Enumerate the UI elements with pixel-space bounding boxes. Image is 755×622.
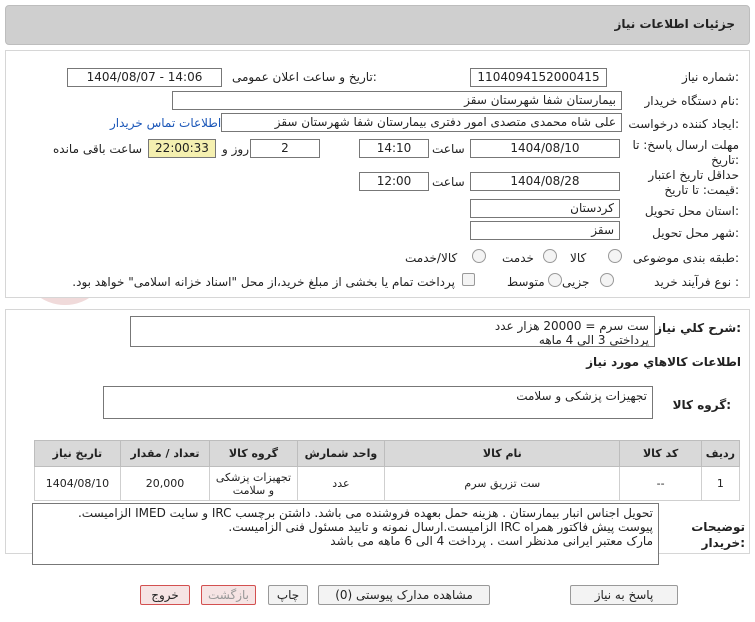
- days-field: 2: [250, 139, 320, 158]
- cell-unit: عدد: [296, 466, 386, 501]
- goods-section-title: اطلاعات کالاهاي مورد نياز: [586, 355, 741, 369]
- cell-row: 1: [700, 466, 741, 501]
- buyer-notes-label-2: خریدار:: [701, 536, 745, 550]
- buyer-notes-label-1: توضیحات: [691, 520, 745, 534]
- print-button[interactable]: چاپ: [268, 585, 308, 605]
- category-goods-label: کالا: [570, 251, 587, 265]
- days-label: روز و: [222, 142, 249, 156]
- col-row: رديف: [700, 440, 741, 467]
- creator-field: علی شاه محمدی متصدی امور دفتری بیمارستان…: [221, 113, 622, 132]
- category-both-label: کالا/خدمت: [405, 251, 458, 265]
- city-field: سقز: [470, 221, 620, 240]
- goods-group-label: گروه کالا:: [672, 398, 731, 412]
- reply-button[interactable]: پاسخ به نیاز: [570, 585, 678, 605]
- deadline-label-2: تاریخ:: [711, 153, 739, 167]
- goods-table: تاریخ نیاز تعداد / مقدار گروه کالا واحد …: [34, 440, 741, 501]
- validity-time-field: 12:00: [359, 172, 429, 191]
- col-unit: واحد شمارش: [296, 440, 386, 467]
- city-label: شهر محل تحویل:: [652, 226, 739, 240]
- table-row: 1404/08/10 20,000 تجهیزات پزشکی و سلامت …: [34, 466, 741, 501]
- remaining-time-field: 22:00:33: [148, 139, 216, 158]
- validity-date-field: 1404/08/28: [470, 172, 620, 191]
- cell-goods-group: تجهیزات پزشکی و سلامت: [209, 466, 298, 501]
- process-label: نوع فرآیند خرید :: [654, 275, 739, 289]
- need-number-label: شماره نیاز:: [681, 70, 739, 84]
- treasury-payment-checkbox[interactable]: [462, 273, 475, 286]
- back-button[interactable]: بازگشت: [201, 585, 256, 605]
- goods-group-field: تجهیزات پزشکی و سلامت: [103, 386, 653, 419]
- goods-table-header: تاریخ نیاز تعداد / مقدار گروه کالا واحد …: [34, 440, 741, 467]
- buyer-contact-link[interactable]: اطلاعات تماس خریدار: [110, 116, 221, 130]
- announce-field: 1404/08/07 - 14:06: [67, 68, 222, 87]
- cell-quantity: 20,000: [119, 466, 211, 501]
- col-goods-name: نام کالا: [384, 440, 621, 467]
- process-medium-radio[interactable]: [548, 273, 562, 287]
- creator-label: ایجاد کننده درخواست:: [628, 117, 739, 131]
- deadline-time-field: 14:10: [359, 139, 429, 158]
- announce-label: تاریخ و ساعت اعلان عمومی:: [232, 70, 377, 84]
- category-label: طبقه بندی موضوعی:: [632, 251, 739, 265]
- cell-goods-code: --: [619, 466, 702, 501]
- deadline-label-1: مهلت ارسال پاسخ: تا: [632, 138, 739, 152]
- process-minor-label: جزیی: [562, 275, 590, 289]
- col-quantity: تعداد / مقدار: [119, 440, 211, 467]
- col-goods-group: گروه کالا: [209, 440, 298, 467]
- validity-time-label: ساعت: [432, 175, 465, 189]
- buyer-field: بیمارستان شفا شهرستان سقز: [172, 91, 622, 110]
- col-need-date: تاریخ نیاز: [34, 440, 121, 467]
- buyer-notes-text: تحویل اجناس انبار بیمارستان . هزینه حمل …: [32, 503, 659, 565]
- cell-need-date: 1404/08/10: [34, 466, 121, 501]
- buyer-label: نام دستگاه خریدار:: [644, 94, 740, 108]
- col-goods-code: کد کالا: [619, 440, 702, 467]
- page-title: جزئیات اطلاعات نیاز: [614, 17, 735, 31]
- category-service-radio[interactable]: [543, 249, 557, 263]
- category-both-radio[interactable]: [472, 249, 486, 263]
- category-service-label: خدمت: [502, 251, 534, 265]
- category-goods-radio[interactable]: [608, 249, 622, 263]
- province-label: استان محل تحویل:: [644, 204, 739, 218]
- summary-label: شرح کلي نياز:: [655, 321, 741, 335]
- treasury-payment-label: پرداخت تمام یا بخشی از مبلغ خرید،از محل …: [72, 275, 455, 289]
- need-number-field: 1104094152000415: [470, 68, 607, 87]
- process-medium-label: متوسط: [507, 275, 545, 289]
- cell-goods-name: ست تزریق سرم: [384, 466, 621, 501]
- validity-label-1: حداقل تاریخ اعتبار: [648, 168, 739, 182]
- validity-label-2: قیمت: تا تاریخ:: [664, 183, 739, 197]
- exit-button[interactable]: خروج: [140, 585, 190, 605]
- deadline-time-label: ساعت: [432, 142, 465, 156]
- province-field: کردستان: [470, 199, 620, 218]
- attachments-button[interactable]: مشاهده مدارک پیوستی (0): [318, 585, 490, 605]
- page-header: جزئیات اطلاعات نیاز: [5, 5, 750, 45]
- process-minor-radio[interactable]: [600, 273, 614, 287]
- remaining-label: ساعت باقی مانده: [53, 142, 143, 156]
- deadline-date-field: 1404/08/10: [470, 139, 620, 158]
- summary-text: ست سرم = 20000 هزار عدد پرداختی 3 الی 4 …: [130, 316, 655, 347]
